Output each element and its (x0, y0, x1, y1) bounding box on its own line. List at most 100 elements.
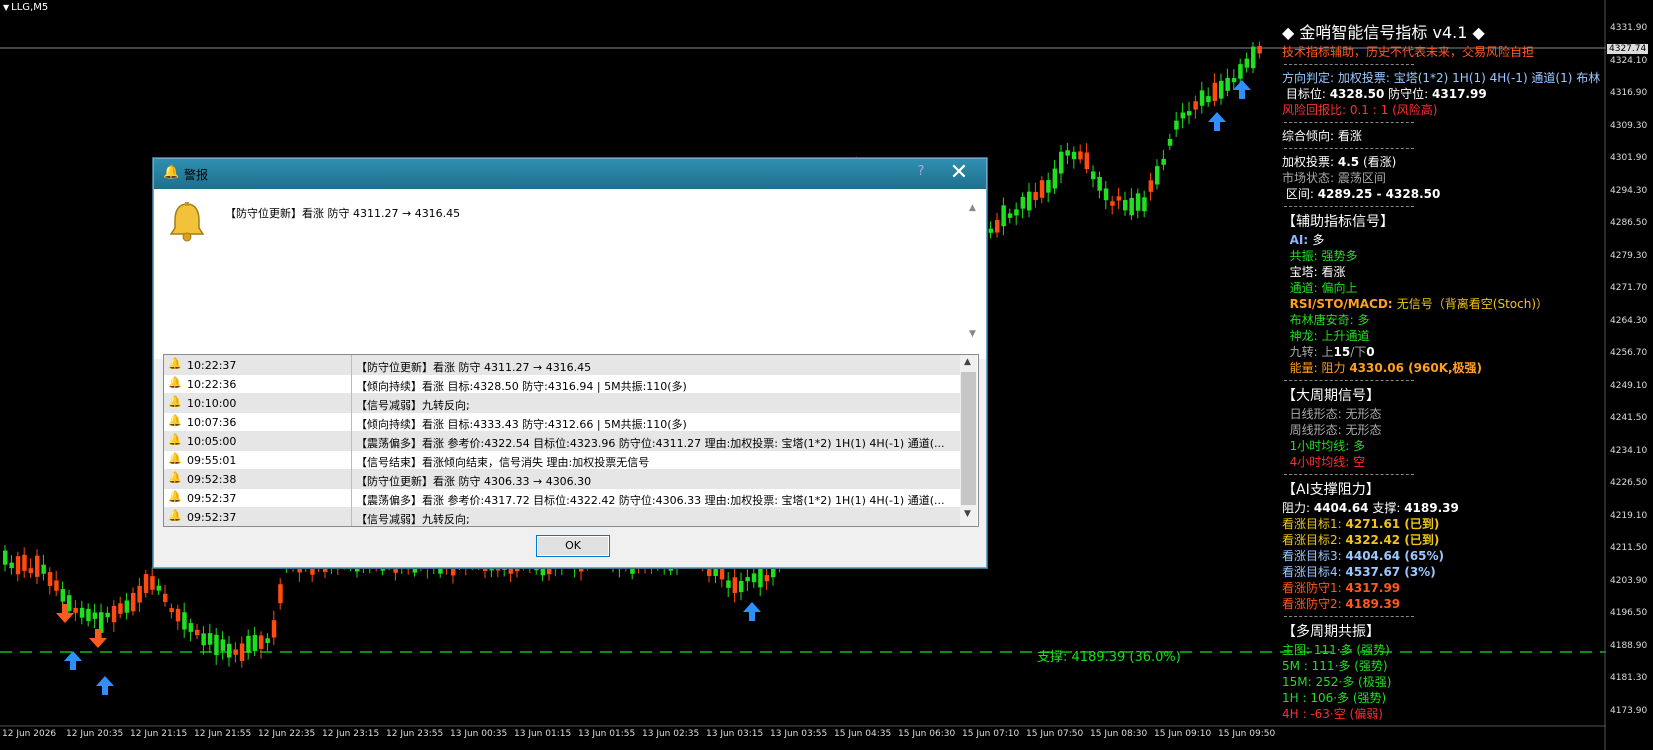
message-area: 【防守位更新】看涨 防守 4311.27 → 4316.45 ▲ ▼ (154, 189, 986, 359)
candle-body (1148, 180, 1154, 192)
dialog-titlebar[interactable]: 🔔 警报 ? ✕ (154, 159, 986, 189)
candle-body (1135, 193, 1141, 211)
candle-body (1161, 158, 1166, 165)
candle-body (1091, 171, 1096, 180)
candle-body (1180, 112, 1186, 119)
mp-5m: 5M : 111·多 (强势) (1282, 659, 1388, 673)
candle-body (73, 608, 78, 613)
candle-body (739, 580, 744, 593)
list-item[interactable]: 🔔 10:22:37 【防守位更新】看涨 防守 4311.27 → 4316.45 (164, 355, 960, 375)
price-tick: 4309.30 (1610, 120, 1648, 131)
price-tick: 4264.30 (1610, 315, 1648, 326)
alert-time: 09:52:37 (187, 492, 237, 505)
candle-body (1116, 196, 1122, 201)
alert-text: 【震荡偏多】看涨 参考价:4317.72 目标位:4322.42 防守位:430… (356, 494, 945, 507)
list-item[interactable]: 🔔 10:10:00 【信号减弱】九转反向; (164, 393, 960, 413)
ok-button[interactable]: OK (536, 535, 610, 557)
aux-channel: 通道: 偏向上 (1289, 281, 1358, 295)
alert-text: 【防守位更新】看涨 防守 4311.27 → 4316.45 (356, 361, 592, 374)
divider (1282, 118, 1604, 128)
candle-body (54, 580, 59, 591)
chevron-up-icon[interactable]: ▲ (969, 203, 976, 213)
sr-defense-1: 看涨防守1: 4317.99 (1282, 581, 1401, 595)
list-item[interactable]: 🔔 09:52:37 【信号减弱】九转反向; (164, 507, 960, 526)
range: 区间: 4289.25 - 4328.50 (1285, 187, 1441, 201)
time-tick: 12 Jun 21:15 (130, 729, 188, 739)
price-tick: 4324.10 (1610, 55, 1648, 66)
buy-arrow-icon (1208, 112, 1226, 131)
candle-body (1059, 151, 1064, 174)
price-tick: 4226.50 (1610, 478, 1648, 488)
column-divider (351, 393, 352, 413)
time-tick: 15 Jun 07:10 (962, 729, 1020, 739)
column-divider (351, 431, 352, 451)
column-divider (351, 507, 352, 526)
list-item[interactable]: 🔔 09:55:01 【信号结束】看涨倾向结束，信号消失 理由:加权投票无信号 (164, 450, 960, 470)
time-tick: 13 Jun 01:15 (514, 729, 572, 739)
aux-ai: AI: 多 (1289, 233, 1325, 247)
scrollbar-thumb[interactable] (961, 372, 976, 505)
price-tick: 4181.30 (1610, 673, 1648, 683)
candle-body (169, 608, 174, 613)
chevron-up-icon[interactable]: ▲ (964, 357, 971, 367)
target-defense: 目标位: 4328.50 防守位: 4317.99 (1285, 87, 1487, 101)
candle-body (1007, 213, 1013, 218)
divider (1282, 376, 1604, 386)
sr-header: 【AI支撑阻力】 (1282, 482, 1380, 498)
bell-icon (169, 202, 205, 242)
bell-icon: 🔔 (163, 165, 180, 180)
alert-history-list[interactable]: 🔔 09:52:37 【信号减弱】九转反向; 🔔 09:52:37 【震荡偏多】看涨 参考… (163, 354, 979, 527)
bell-icon: 🔔 (168, 395, 182, 408)
time-tick: 15 Jun 09:10 (1154, 729, 1212, 739)
symbol-label: ▼ LLG,M5 (3, 2, 49, 13)
list-item[interactable]: 🔔 10:22:36 【倾向持续】看涨 目标:4328.50 防守:4316.94 … (164, 374, 960, 394)
column-divider (351, 374, 352, 394)
alert-text: 【倾向持续】看涨 目标:4328.50 防守:4316.94 | 5M共振:11… (356, 380, 687, 393)
price-tick: 4286.50 (1610, 218, 1648, 228)
candle-body (214, 634, 219, 656)
close-button[interactable]: ✕ (937, 161, 981, 185)
sr-target-4: 看涨目标4: 4537.67 (3%) (1282, 565, 1436, 579)
candle-body (86, 608, 91, 621)
bell-icon: 🔔 (168, 376, 182, 389)
candle-body (751, 573, 757, 583)
alert-text: 【信号减弱】九转反向; (356, 513, 470, 526)
list-item[interactable]: 🔔 10:07:36 【倾向持续】看涨 目标:4333.43 防守:4312.66 … (164, 412, 960, 432)
candle-body (220, 639, 226, 651)
price-tick: 4188.90 (1610, 640, 1648, 651)
price-tick: 4294.30 (1610, 185, 1648, 196)
candle-body (137, 585, 142, 603)
list-scrollbar[interactable]: ▲ ▼ (960, 355, 977, 526)
price-tick: 4249.10 (1610, 380, 1648, 391)
aux-energy: 能量: 阻力 4330.06 (960K,极强) (1289, 361, 1483, 375)
chevron-down-icon[interactable]: ▼ (969, 329, 976, 339)
candle-body (1155, 166, 1160, 185)
chevron-down-icon[interactable]: ▼ (964, 509, 971, 519)
list-item[interactable]: 🔔 09:52:38 【防守位更新】看涨 防守 4306.33 → 4306.30 (164, 469, 960, 489)
divider (1282, 612, 1604, 622)
candle-body (188, 623, 194, 632)
candle-body (1238, 64, 1243, 79)
time-tick: 12 Jun 22:35 (258, 729, 316, 739)
candle-body (111, 605, 117, 623)
message-scrollbar[interactable]: ▲ ▼ (965, 203, 982, 343)
list-item[interactable]: 🔔 09:52:37 【震荡偏多】看涨 参考价:4317.72 目标位:4322.4… (164, 488, 960, 508)
column-divider (351, 469, 352, 489)
alert-time: 10:22:36 (187, 378, 237, 391)
time-tick: 13 Jun 03:55 (770, 729, 828, 739)
alert-time: 10:22:37 (187, 359, 237, 372)
candle-body (41, 564, 46, 574)
candle-body (764, 575, 770, 582)
panel-title: ◆ 金哨智能信号指标 v4.1 ◆ (1282, 23, 1485, 42)
candle-body (1257, 46, 1262, 54)
buy-arrow-icon (96, 676, 114, 695)
price-axis[interactable]: 4327.74 4331.90 4324.10 4316.90 4309.30 4301… (1606, 0, 1653, 750)
bell-icon: 🔔 (168, 414, 182, 427)
alert-dialog[interactable]: 🔔 警报 ? ✕ 【防守位更新】看涨 防守 4311.27 → 4316.45 … (153, 158, 987, 568)
help-button[interactable]: ? (910, 164, 932, 184)
mp-15m: 15M: 252·多 (极强) (1282, 675, 1392, 689)
candle-body (1027, 191, 1032, 211)
time-tick: 12 Jun 2026 (2, 729, 57, 739)
list-item[interactable]: 🔔 10:05:00 【震荡偏多】看涨 参考价:4322.54 目标位:4323.9… (164, 431, 960, 451)
candle-body (732, 577, 738, 594)
